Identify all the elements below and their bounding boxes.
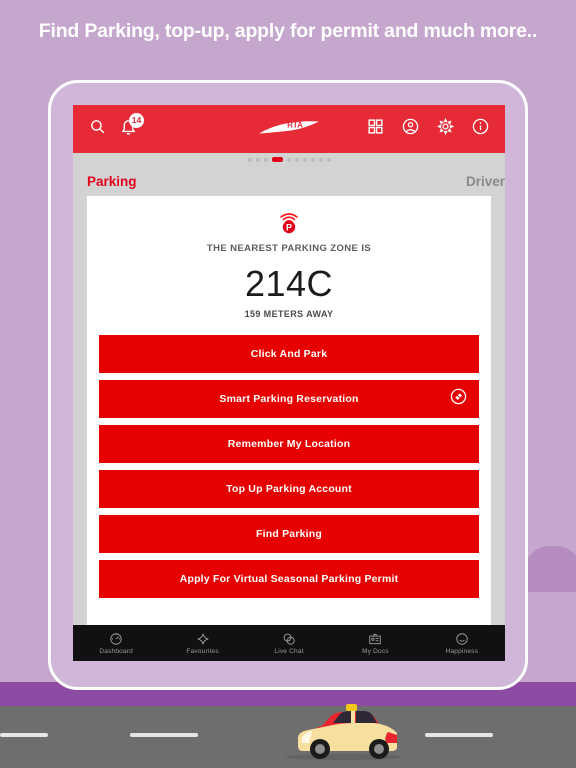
section-tabs: Parking Driver: [73, 166, 505, 196]
road-dash: [130, 733, 198, 737]
grid-icon[interactable]: [367, 118, 384, 140]
road-dash: [0, 733, 48, 737]
road-dash: [425, 733, 493, 737]
tabbar-label: Dashboard: [99, 647, 133, 655]
apply-virtual-seasonal-permit-button[interactable]: Apply For Virtual Seasonal Parking Permi…: [99, 560, 479, 598]
pager-dot-active[interactable]: [271, 157, 283, 162]
svg-text:P: P: [286, 222, 292, 232]
bell-icon[interactable]: 14: [120, 113, 144, 140]
tabbar-label: My Docs: [362, 647, 389, 655]
gauge-icon: [110, 632, 122, 645]
parking-actions-list: Click And Park Smart Parking Reservation…: [99, 335, 479, 598]
pager-dot[interactable]: [302, 157, 307, 162]
tabbar-label: Live Chat: [274, 647, 304, 655]
profile-icon[interactable]: [402, 118, 419, 140]
taxi-car-illustration: [285, 704, 401, 760]
info-icon[interactable]: [472, 118, 489, 140]
pager-dot[interactable]: [286, 157, 291, 162]
pager-dot[interactable]: [255, 157, 260, 162]
button-label: Apply For Virtual Seasonal Parking Permi…: [179, 573, 399, 585]
tabbar-item-happiness[interactable]: Happiness: [419, 632, 505, 655]
tabbar-item-dashboard[interactable]: Dashboard: [73, 632, 159, 655]
button-label: Smart Parking Reservation: [219, 393, 359, 405]
pager-dot[interactable]: [294, 157, 299, 162]
search-icon[interactable]: [89, 118, 106, 140]
carousel-pagination[interactable]: [73, 153, 505, 166]
nearest-zone-label: THE NEAREST PARKING ZONE IS: [206, 243, 372, 254]
parking-signal-icon: P: [99, 210, 479, 234]
remember-my-location-button[interactable]: Remember My Location: [99, 425, 479, 463]
gear-icon[interactable]: [436, 117, 455, 140]
pager-dot[interactable]: [310, 157, 315, 162]
tabbar-item-favourites[interactable]: Favourites: [159, 632, 245, 655]
tabbar-item-my-docs[interactable]: My Docs: [332, 632, 418, 655]
tabbar-item-live-chat[interactable]: Live Chat: [246, 632, 332, 655]
tabbar-label: Favourites: [186, 647, 219, 655]
tab-parking[interactable]: Parking: [87, 174, 137, 189]
tablet-screen: 14 RTA Parking Driver P THE NEAREST PARK…: [73, 105, 505, 661]
id-card-icon: [369, 633, 382, 644]
button-label: Find Parking: [256, 528, 322, 540]
notification-badge: 14: [129, 113, 144, 128]
tag-icon: [450, 388, 467, 410]
tabbar-label: Happiness: [445, 647, 479, 655]
pager-dot[interactable]: [326, 157, 331, 162]
parking-card: P THE NEAREST PARKING ZONE IS 214C 159 M…: [87, 196, 491, 632]
pager-dot[interactable]: [263, 157, 268, 162]
sparkle-icon: [197, 633, 208, 644]
svg-text:RTA: RTA: [287, 121, 303, 130]
zone-code: 214C: [244, 263, 334, 304]
rta-logo: RTA: [257, 117, 321, 142]
smiley-icon: [456, 632, 468, 645]
cloud-decoration: [506, 546, 576, 592]
find-parking-button[interactable]: Find Parking: [99, 515, 479, 553]
bottom-tab-bar: Dashboard Favourites Live Chat My Docs H…: [73, 625, 505, 661]
zone-distance: 159 METERS AWAY: [244, 309, 334, 319]
button-label: Click And Park: [250, 348, 328, 360]
click-and-park-button[interactable]: Click And Park: [99, 335, 479, 373]
tab-driver[interactable]: Driver: [466, 174, 505, 189]
chat-bubbles-icon: [283, 633, 295, 645]
page-title: Find Parking, top-up, apply for permit a…: [38, 20, 538, 42]
pager-dot[interactable]: [247, 157, 252, 162]
button-label: Remember My Location: [227, 438, 351, 450]
button-label: Top Up Parking Account: [226, 483, 352, 495]
app-navbar: 14 RTA: [73, 105, 505, 153]
top-up-parking-account-button[interactable]: Top Up Parking Account: [99, 470, 479, 508]
tablet-frame: 14 RTA Parking Driver P THE NEAREST PARK…: [48, 80, 528, 690]
smart-parking-reservation-button[interactable]: Smart Parking Reservation: [99, 380, 479, 418]
pager-dot[interactable]: [318, 157, 323, 162]
